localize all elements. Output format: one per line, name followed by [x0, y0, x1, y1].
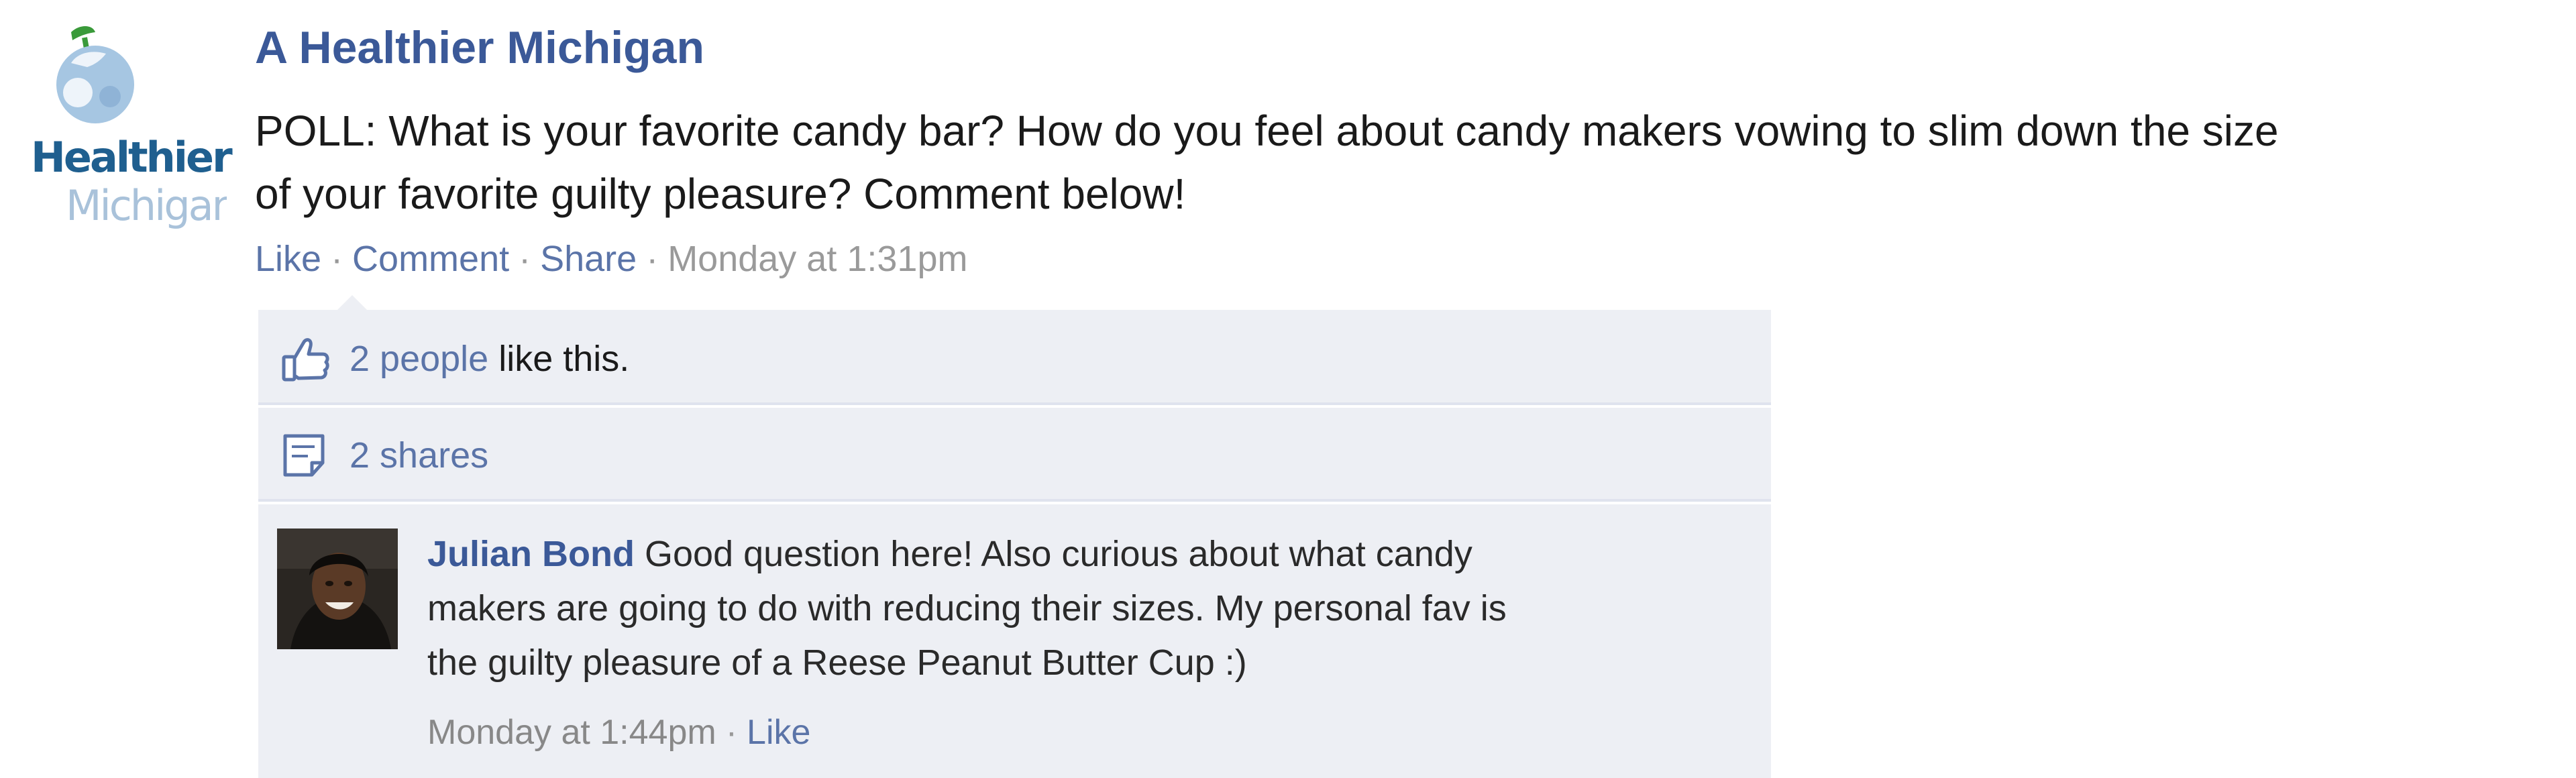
comment-text: the guilty pleasure of a Reese Peanut Bu…	[427, 643, 1247, 683]
comment-text: makers are going to do with reducing the…	[427, 588, 1507, 628]
like-link[interactable]: Like	[255, 239, 321, 279]
likes-row: 2 people like this.	[258, 310, 1771, 405]
post-message-line: POLL: What is your favorite candy bar? H…	[255, 107, 2279, 155]
comment-text: Good question here! Also curious about w…	[645, 534, 1472, 574]
comment-link[interactable]: Comment	[352, 239, 509, 279]
post-timestamp[interactable]: Monday at 1:31pm	[667, 239, 967, 279]
post-author-link[interactable]: A Healthier Michigan	[255, 21, 704, 74]
feedback-box-pointer	[337, 295, 367, 310]
feedback-box: 2 people like this. 2 shares Julian Bond…	[258, 295, 1771, 778]
share-link[interactable]: Share	[540, 239, 637, 279]
separator: ·	[725, 713, 738, 752]
separator: ·	[646, 239, 659, 279]
post-message: POLL: What is your favorite candy bar? H…	[255, 99, 2563, 225]
post-actions: Like · Comment · Share · Monday at 1:31pm	[255, 238, 967, 280]
comment-line: Julian Bond Good question here! Also cur…	[427, 527, 1702, 581]
likers-link[interactable]: 2 people	[350, 339, 488, 379]
comment-body: Julian Bond Good question here! Also cur…	[427, 527, 1702, 690]
thumbs-up-icon	[282, 338, 329, 382]
share-note-icon	[283, 434, 325, 477]
logo-text-healthier: Healthier	[31, 133, 233, 182]
shares-link[interactable]: 2 shares	[350, 435, 488, 476]
comment-author-link[interactable]: Julian Bond	[427, 534, 635, 574]
page-avatar[interactable]: Healthier Michigan	[28, 20, 233, 230]
comment-like-link[interactable]: Like	[747, 713, 810, 752]
comment-timestamp[interactable]: Monday at 1:44pm	[427, 713, 716, 752]
logo-text-michigan: Michigan	[66, 181, 227, 230]
separator: ·	[519, 239, 531, 279]
post-message-line: of your favorite guilty pleasure? Commen…	[255, 170, 1186, 218]
likes-summary: 2 people like this.	[350, 338, 629, 380]
separator: ·	[331, 239, 343, 279]
shares-row: 2 shares	[258, 408, 1771, 502]
comment-meta: Monday at 1:44pm · Like	[427, 712, 810, 753]
comment-item: Julian Bond Good question here! Also cur…	[258, 504, 1771, 778]
profile-photo	[277, 529, 398, 649]
apple-logo-icon	[56, 26, 134, 123]
facebook-post: Healthier Michigan A Healthier Michigan …	[0, 0, 2576, 778]
shares-count: 2 shares	[350, 435, 488, 476]
commenter-avatar[interactable]	[277, 529, 398, 649]
likes-suffix: like this.	[498, 339, 630, 379]
